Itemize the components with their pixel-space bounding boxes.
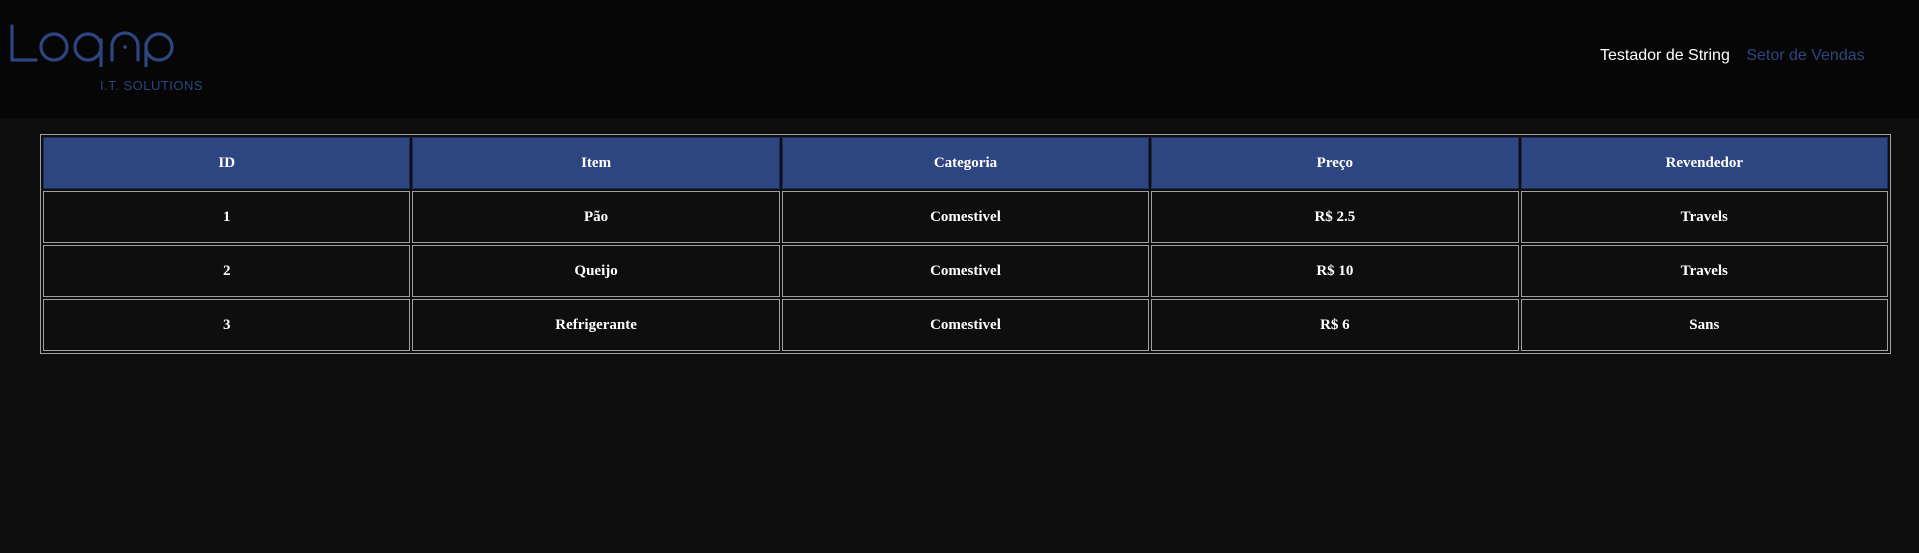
- table-header-row: ID Item Categoria Preço Revendedor: [43, 137, 1888, 189]
- logo-subtitle: I.T. SOLUTIONS: [100, 78, 204, 93]
- cell-item: Refrigerante: [412, 299, 780, 351]
- cell-id: 1: [43, 191, 411, 243]
- products-table-container: ID Item Categoria Preço Revendedor 1 Pão…: [40, 134, 1891, 354]
- table-row: 2 Queijo Comestivel R$ 10 Travels: [43, 245, 1888, 297]
- cell-item: Pão: [412, 191, 780, 243]
- cell-categoria: Comestivel: [781, 245, 1150, 297]
- products-table: ID Item Categoria Preço Revendedor 1 Pão…: [40, 134, 1891, 354]
- cell-categoria: Comestivel: [781, 191, 1150, 243]
- column-header-id[interactable]: ID: [43, 137, 411, 189]
- column-header-categoria[interactable]: Categoria: [781, 137, 1150, 189]
- nav-testador-de-string[interactable]: Testador de String: [1600, 47, 1730, 64]
- table-row: 3 Refrigerante Comestivel R$ 6 Sans: [43, 299, 1888, 351]
- logo-wordmark-icon: [10, 24, 174, 67]
- column-header-revendedor[interactable]: Revendedor: [1520, 137, 1888, 189]
- column-header-item[interactable]: Item: [412, 137, 780, 189]
- logap-logo[interactable]: I.T. SOLUTIONS: [8, 22, 208, 97]
- cell-item: Queijo: [412, 245, 780, 297]
- cell-id: 3: [43, 299, 411, 351]
- table-row: 1 Pão Comestivel R$ 2.5 Travels: [43, 191, 1888, 243]
- cell-preco: R$ 6: [1151, 299, 1519, 351]
- cell-revendedor: Sans: [1520, 299, 1888, 351]
- column-header-preco[interactable]: Preço: [1151, 137, 1519, 189]
- cell-preco: R$ 2.5: [1151, 191, 1519, 243]
- top-nav: Testador de String Setor de Vendas: [1600, 47, 1865, 65]
- cell-revendedor: Travels: [1520, 245, 1888, 297]
- cell-revendedor: Travels: [1520, 191, 1888, 243]
- cell-categoria: Comestivel: [781, 299, 1150, 351]
- nav-setor-de-vendas[interactable]: Setor de Vendas: [1746, 47, 1864, 64]
- cell-preco: R$ 10: [1151, 245, 1519, 297]
- top-header: I.T. SOLUTIONS Testador de String Setor …: [0, 0, 1919, 118]
- cell-id: 2: [43, 245, 411, 297]
